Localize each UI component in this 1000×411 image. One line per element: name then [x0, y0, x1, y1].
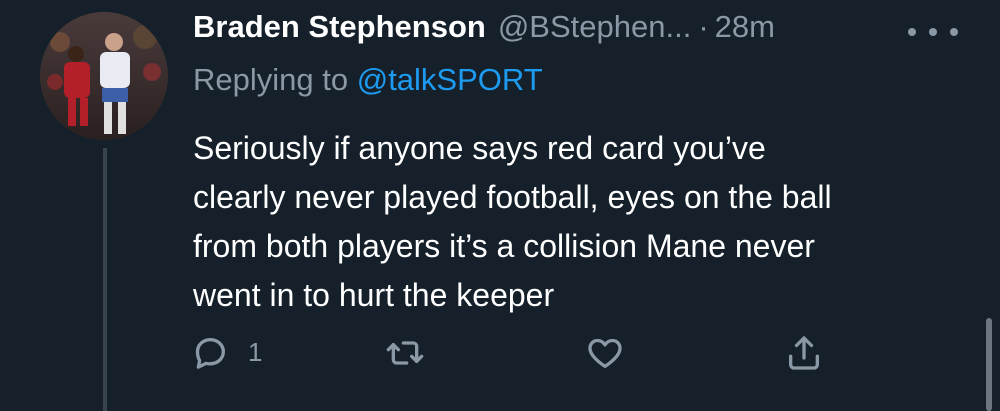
- reply-count: 1: [248, 337, 263, 367]
- author-name[interactable]: Braden Stephenson: [193, 9, 486, 45]
- share-button[interactable]: [784, 330, 824, 375]
- share-icon: [789, 335, 819, 370]
- separator-dot: ·: [698, 9, 709, 44]
- tweet[interactable]: Braden Stephenson @BStephen... · 28m Rep…: [0, 0, 1000, 411]
- heart-icon: [588, 338, 622, 368]
- more-options-icon[interactable]: [908, 22, 958, 42]
- author-handle[interactable]: @BStephen...: [498, 9, 691, 45]
- tweet-header: Braden Stephenson @BStephen... · 28m: [193, 9, 775, 53]
- tweet-actions: 1: [0, 330, 1000, 375]
- tweet-text: Seriously if anyone says red card you’ve…: [193, 130, 832, 313]
- reply-button[interactable]: 1: [190, 330, 262, 375]
- replying-to: Replying to @talkSPORT: [193, 62, 543, 98]
- replying-to-handle[interactable]: @talkSPORT: [357, 62, 543, 97]
- author-avatar[interactable]: [40, 12, 168, 140]
- like-button[interactable]: [585, 330, 625, 375]
- replying-to-label: Replying to: [193, 62, 349, 97]
- retweet-icon: [386, 340, 424, 365]
- scrollbar-thumb[interactable]: [986, 318, 992, 411]
- retweet-button[interactable]: [385, 330, 425, 375]
- avatar-image: [40, 12, 168, 140]
- tweet-timestamp[interactable]: 28m: [715, 9, 775, 45]
- reply-icon: [195, 337, 225, 369]
